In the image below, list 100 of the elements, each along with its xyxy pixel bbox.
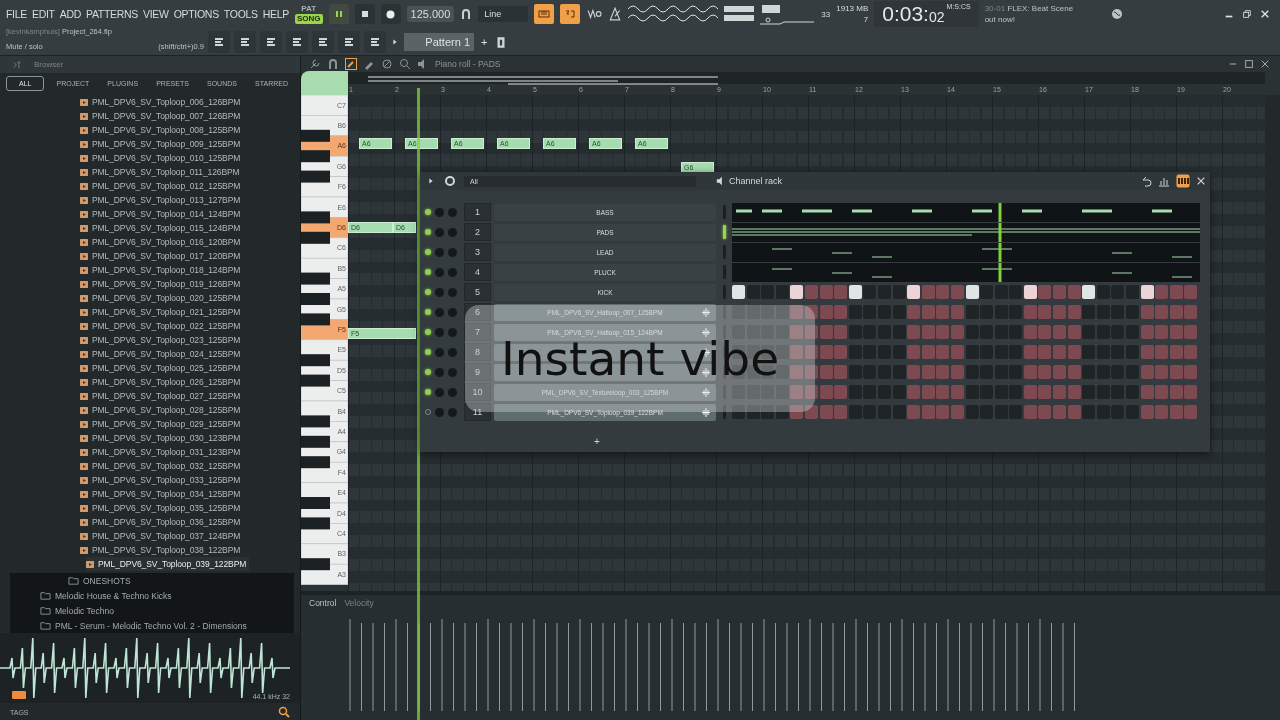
sample-file[interactable]: PML_DPV6_SV_Toploop_030_123BPM	[80, 431, 244, 445]
mixer-track-number[interactable]: 4	[464, 263, 491, 281]
sample-file[interactable]: PML_DPV6_SV_Toploop_034_125BPM	[80, 487, 244, 501]
close-icon[interactable]	[1260, 9, 1270, 19]
sample-file[interactable]: PML_DPV6_SV_Toploop_022_125BPM	[80, 319, 244, 333]
sample-file[interactable]: PML_DPV6_SV_Toploop_027_125BPM	[80, 389, 244, 403]
menu-item[interactable]: HELP	[262, 8, 289, 20]
sample-file[interactable]: PML_DPV6_SV_Toploop_021_125BPM	[80, 305, 244, 319]
magnet-icon[interactable]	[460, 8, 473, 20]
mute-led[interactable]	[425, 369, 431, 375]
step-button[interactable]	[1082, 285, 1096, 299]
mute-led[interactable]	[425, 209, 431, 215]
mute-led[interactable]	[425, 329, 431, 335]
mute-led[interactable]	[425, 269, 431, 275]
mixer-track-number[interactable]: 11	[464, 403, 491, 421]
sample-file[interactable]: PML_DPV6_SV_Toploop_037_124BPM	[80, 529, 244, 543]
control-label[interactable]: Control	[309, 598, 337, 608]
sample-file[interactable]: PML_DPV6_SV_Toploop_025_125BPM	[80, 361, 244, 375]
sample-file[interactable]: PML_DPV6_SV_Toploop_014_124BPM	[80, 207, 244, 221]
folder-item[interactable]: ONESHOTS	[68, 573, 131, 588]
sample-file[interactable]: PML_DPV6_SV_Toploop_023_125BPM	[80, 333, 244, 347]
sample-file[interactable]: PML_DPV6_SV_Toploop_018_124BPM	[80, 263, 244, 277]
add-channel-button[interactable]: +	[594, 435, 600, 447]
sample-file[interactable]: PML_DPV6_SV_Toploop_010_125BPM	[80, 151, 244, 165]
restore-icon[interactable]	[1242, 9, 1252, 19]
sample-file[interactable]: PML_DPV6_SV_Toploop_015_124BPM	[80, 221, 244, 235]
mixer-track-number[interactable]: 1	[464, 203, 491, 221]
zoom-icon[interactable]	[399, 57, 411, 70]
sample-file[interactable]: PML_DPV6_SV_Toploop_039_122BPM	[86, 557, 250, 571]
sample-file[interactable]: PML_DPV6_SV_Toploop_006_126BPM	[80, 95, 244, 109]
step-button[interactable]	[1140, 285, 1154, 299]
mute-led[interactable]	[425, 249, 431, 255]
undo-icon[interactable]	[1140, 175, 1152, 187]
search-icon[interactable]	[278, 706, 290, 718]
play-preview-button[interactable]	[12, 691, 26, 699]
step-view-icon[interactable]	[1176, 174, 1190, 188]
sample-file[interactable]: PML_DPV6_SV_Toploop_032_125BPM	[80, 459, 244, 473]
mute-led[interactable]	[425, 309, 431, 315]
mixer-track-number[interactable]: 3	[464, 243, 491, 261]
close-icon[interactable]	[1260, 58, 1270, 69]
mixer-track-number[interactable]: 5	[464, 283, 491, 301]
metronome-icon[interactable]	[608, 7, 623, 21]
pencil-icon[interactable]	[345, 57, 357, 70]
sample-file[interactable]: PML_DPV6_SV_Toploop_024_125BPM	[80, 347, 244, 361]
sample-file[interactable]: PML_DPV6_SV_Toploop_038_122BPM	[80, 543, 244, 557]
menu-item[interactable]: FILE	[6, 8, 27, 20]
record-button[interactable]	[380, 4, 401, 24]
wrench-icon[interactable]	[309, 57, 321, 70]
tempo-display[interactable]: 125.000	[406, 6, 455, 22]
sample-file[interactable]: PML_DPV6_SV_Toploop_017_120BPM	[80, 249, 244, 263]
mute-led[interactable]	[425, 349, 431, 355]
folder-item[interactable]: PML - Serum - Melodic Techno Vol. 2 - Dimensions	[40, 618, 247, 633]
delete-icon[interactable]	[381, 57, 393, 70]
mixer-track-number[interactable]: 2	[464, 223, 491, 241]
sample-file[interactable]: PML_DPV6_SV_Toploop_026_125BPM	[80, 375, 244, 389]
sample-file[interactable]: PML_DPV6_SV_Toploop_033_125BPM	[80, 473, 244, 487]
sample-file[interactable]: PML_DPV6_SV_Toploop_019_126BPM	[80, 277, 244, 291]
mute-led[interactable]	[425, 289, 431, 295]
piano-keyboard-drawing[interactable]	[301, 95, 348, 585]
pause-button[interactable]	[328, 4, 349, 24]
pattern-selector[interactable]: Pattern 1	[404, 32, 474, 51]
gear-icon[interactable]	[444, 175, 456, 187]
mute-led[interactable]	[425, 389, 431, 395]
maximize-icon[interactable]	[1244, 58, 1254, 69]
sample-file[interactable]: PML_DPV6_SV_Toploop_020_125BPM	[80, 291, 244, 305]
menu-item[interactable]: EDIT	[32, 8, 55, 20]
step-button[interactable]	[965, 285, 979, 299]
step-button[interactable]	[790, 285, 804, 299]
close-icon[interactable]	[1196, 176, 1206, 186]
folder-item[interactable]: Melodic House & Techno Kicks	[40, 588, 172, 603]
sample-file[interactable]: PML_DPV6_SV_Toploop_028_125BPM	[80, 403, 244, 417]
sample-file[interactable]: PML_DPV6_SV_Toploop_007_126BPM	[80, 109, 244, 123]
snap-selector[interactable]: Line	[478, 6, 529, 22]
sample-file[interactable]: PML_DPV6_SV_Toploop_008_125BPM	[80, 123, 244, 137]
stop-button[interactable]	[354, 4, 375, 24]
step-button[interactable]	[848, 285, 862, 299]
sample-file[interactable]: PML_DPV6_SV_Toploop_029_125BPM	[80, 417, 244, 431]
pattern-mode-toggle[interactable]: PAT	[299, 4, 319, 14]
mute-led[interactable]	[425, 229, 431, 235]
sample-file[interactable]: PML_DPV6_SV_Toploop_011_126BPM	[80, 165, 243, 179]
sample-file[interactable]: PML_DPV6_SV_Toploop_013_127BPM	[80, 193, 244, 207]
sample-file[interactable]: PML_DPV6_SV_Toploop_031_123BPM	[80, 445, 244, 459]
step-button[interactable]	[1023, 285, 1037, 299]
menu-item[interactable]: ADD	[59, 8, 81, 20]
sample-file[interactable]: PML_DPV6_SV_Toploop_016_120BPM	[80, 235, 244, 249]
overview-scrollbar[interactable]	[348, 72, 1265, 84]
menu-item[interactable]: VIEW	[143, 8, 169, 20]
menu-item[interactable]: OPTIONS	[173, 8, 219, 20]
menu-item[interactable]: TOOLS	[223, 8, 258, 20]
step-button[interactable]	[907, 285, 921, 299]
sample-file[interactable]: PML_DPV6_SV_Toploop_009_125BPM	[80, 137, 244, 151]
menu-item[interactable]: PATTERNS	[86, 8, 139, 20]
song-mode-toggle[interactable]: SONG	[295, 14, 323, 24]
playhead[interactable]	[417, 88, 420, 720]
globe-icon[interactable]	[1110, 8, 1123, 20]
loop-record-icon[interactable]	[586, 7, 603, 21]
folder-item[interactable]: Melodic Techno	[40, 603, 114, 618]
sample-file[interactable]: PML_DPV6_SV_Toploop_036_125BPM	[80, 515, 244, 529]
sample-file[interactable]: PML_DPV6_SV_Toploop_012_125BPM	[80, 179, 244, 193]
magnet-icon[interactable]	[327, 57, 339, 70]
